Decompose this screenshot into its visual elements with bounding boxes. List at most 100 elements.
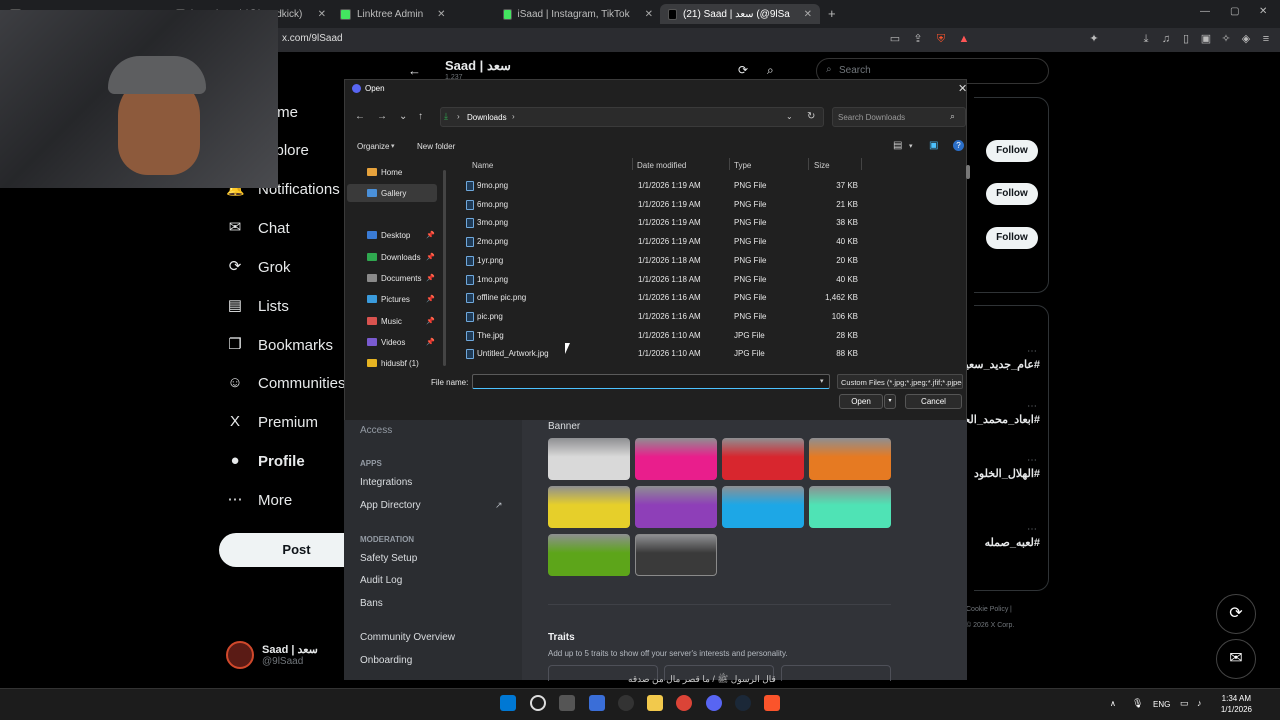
trend-more-icon[interactable]: ⋯ xyxy=(1027,346,1037,357)
back-arrow-icon[interactable]: ← xyxy=(408,63,421,78)
chrome-icon[interactable] xyxy=(676,695,692,711)
tray-overflow-icon[interactable]: ∧ xyxy=(1110,699,1116,708)
language-indicator[interactable]: ENG xyxy=(1153,700,1170,709)
discord-icon[interactable] xyxy=(706,695,722,711)
column-header-size[interactable]: Size xyxy=(814,161,830,170)
sidebar-item-audit-log[interactable]: Audit Log xyxy=(360,575,402,586)
trend-more-icon[interactable]: ⋯ xyxy=(1027,524,1037,535)
x-nav-grok[interactable]: ⟳ Grok xyxy=(226,258,291,276)
column-header-name[interactable]: Name xyxy=(472,161,493,170)
store-icon[interactable] xyxy=(589,695,605,711)
maximize-window-button[interactable]: ▢ xyxy=(1230,6,1239,17)
trend-item[interactable]: #الهلال_الخلود xyxy=(955,467,1040,480)
brave-icon[interactable] xyxy=(764,695,780,711)
grok-icon[interactable]: ⟳ xyxy=(738,63,748,77)
leo-icon[interactable]: ✧ xyxy=(1220,33,1232,45)
banner-color-swatch[interactable] xyxy=(635,534,717,576)
sidebar-item-app-directory[interactable]: App Directory xyxy=(360,500,421,511)
x-nav-mail[interactable]: ✉ Chat xyxy=(226,219,290,237)
sidebar-item-safety-setup[interactable]: Safety Setup xyxy=(360,553,417,564)
file-row[interactable]: 1mo.png 1/1/2026 1:18 AM PNG File 40 KB xyxy=(462,271,962,288)
cancel-button[interactable]: Cancel xyxy=(905,394,962,409)
minimize-window-button[interactable]: — xyxy=(1200,6,1210,17)
file-row[interactable]: 2mo.png 1/1/2026 1:19 AM PNG File 40 KB xyxy=(462,233,962,250)
file-explorer-icon[interactable] xyxy=(647,695,663,711)
close-tab-icon[interactable]: ✕ xyxy=(804,9,812,20)
file-row[interactable]: pic.png 1/1/2026 1:16 AM PNG File 106 KB xyxy=(462,308,962,325)
trend-item[interactable]: #ابعاد_محمد_الحطاب xyxy=(941,413,1040,426)
brave-shield-icon[interactable]: ⛨ xyxy=(935,33,947,45)
refresh-icon[interactable]: ↻ xyxy=(807,111,815,122)
follow-button[interactable]: Follow xyxy=(986,183,1038,205)
banner-color-swatch[interactable] xyxy=(722,486,804,528)
nav-pane-videos[interactable]: Videos 📌 xyxy=(347,333,437,351)
network-icon[interactable]: ▭ xyxy=(1180,698,1189,709)
messages-float-button[interactable]: ✉ xyxy=(1216,639,1256,679)
share-icon[interactable]: ⇪ xyxy=(912,33,924,45)
account-switcher[interactable]: Saad | سعد @9lSaad xyxy=(226,641,318,669)
url-field[interactable]: x.com/9lSaad xyxy=(282,33,343,44)
steam-icon[interactable] xyxy=(735,695,751,711)
help-icon[interactable]: ? xyxy=(953,140,964,151)
grok-float-button[interactable]: ⟳ xyxy=(1216,594,1256,634)
start-menu-icon[interactable] xyxy=(500,695,516,711)
banner-color-swatch[interactable] xyxy=(809,438,891,480)
file-row[interactable]: 9mo.png 1/1/2026 1:19 AM PNG File 37 KB xyxy=(462,177,962,194)
x-nav-person[interactable]: ● Profile xyxy=(226,452,304,470)
sidebar-item-integrations[interactable]: Integrations xyxy=(360,477,412,488)
brave-rewards-icon[interactable]: ▲ xyxy=(958,33,970,45)
menu-icon[interactable]: ≡ xyxy=(1260,33,1272,45)
banner-color-swatch[interactable] xyxy=(548,534,630,576)
downloads-icon[interactable]: ⤓ xyxy=(1140,33,1152,45)
chevron-down-icon[interactable]: ▾ xyxy=(820,377,824,385)
trait-input[interactable] xyxy=(781,665,891,681)
banner-color-swatch[interactable] xyxy=(635,486,717,528)
banner-color-swatch[interactable] xyxy=(809,486,891,528)
file-row[interactable]: offline pic.png 1/1/2026 1:16 AM PNG File 1… xyxy=(462,289,962,306)
banner-color-swatch[interactable] xyxy=(722,438,804,480)
close-tab-icon[interactable]: ✕ xyxy=(318,9,326,20)
chevron-down-icon[interactable]: ⌄ xyxy=(786,112,793,121)
forward-arrow-icon[interactable]: → xyxy=(377,111,387,122)
up-arrow-icon[interactable]: ↑ xyxy=(418,111,423,122)
view-options-icon[interactable]: ▤ xyxy=(893,140,902,151)
file-row[interactable]: 3mo.png 1/1/2026 1:19 AM PNG File 38 KB xyxy=(462,214,962,231)
sidebar-item-onboarding[interactable]: Onboarding xyxy=(360,655,412,666)
search-icon[interactable]: ⌕ xyxy=(767,63,774,78)
organize-button[interactable]: Organize xyxy=(357,142,389,151)
x-nav-x-logo[interactable]: X Premium xyxy=(226,413,318,431)
volume-icon[interactable]: ♪ xyxy=(1197,698,1202,708)
trend-more-icon[interactable]: ⋯ xyxy=(1027,455,1037,466)
clock-time[interactable]: 1:34 AM xyxy=(1219,694,1251,703)
trend-item[interactable]: #عام_جديد_سعيد xyxy=(955,358,1040,371)
chevron-down-icon[interactable]: ⌄ xyxy=(399,111,407,122)
trend-more-icon[interactable]: ⋯ xyxy=(1027,401,1037,412)
column-header-type[interactable]: Type xyxy=(734,161,751,170)
x-nav-people[interactable]: ☺ Communities xyxy=(226,374,345,392)
open-button[interactable]: Open xyxy=(839,394,883,409)
new-tab-button[interactable]: + xyxy=(828,6,836,21)
open-options-chevron-icon[interactable]: ▾ xyxy=(884,394,896,409)
wallet-icon[interactable]: ▣ xyxy=(1200,33,1212,45)
nav-pane-music[interactable]: Music 📌 xyxy=(347,312,437,330)
file-row[interactable]: Untitled_Artwork.jpg 1/1/2026 1:10 AM JPG … xyxy=(462,345,962,362)
microphone-icon[interactable]: 🎙 xyxy=(1132,698,1143,709)
trend-item[interactable]: #لعبه_صمله xyxy=(955,536,1040,549)
file-row[interactable]: 6mo.png 1/1/2026 1:19 AM PNG File 21 KB xyxy=(462,196,962,213)
x-nav-bookmark[interactable]: ❐ Bookmarks xyxy=(226,336,333,354)
footer-cookie-policy[interactable]: Cookie Policy xyxy=(966,606,1008,613)
column-header-date-modified[interactable]: Date modified xyxy=(637,161,686,170)
cast-icon[interactable]: ▭ xyxy=(889,33,901,45)
preview-pane-icon[interactable]: ▣ xyxy=(929,140,938,151)
file-name-input[interactable] xyxy=(472,374,830,389)
task-view-icon[interactable] xyxy=(559,695,575,711)
file-row[interactable]: The.jpg 1/1/2026 1:10 AM JPG File 28 KB xyxy=(462,327,962,344)
sidebar-icon[interactable]: ▯ xyxy=(1180,33,1192,45)
nav-pane-desktop[interactable]: Desktop 📌 xyxy=(347,226,437,244)
obs-icon[interactable] xyxy=(618,695,634,711)
sidebar-item-bans[interactable]: Bans xyxy=(360,598,383,609)
vpn-icon[interactable]: ◈ xyxy=(1240,33,1252,45)
browser-tab[interactable]: (21) Saad | سعد (@9lSaad) / X ✕ xyxy=(660,4,820,24)
nav-pane-gallery[interactable]: Gallery xyxy=(347,184,437,202)
browser-tab[interactable]: Linktree Admin ✕ xyxy=(340,4,490,24)
